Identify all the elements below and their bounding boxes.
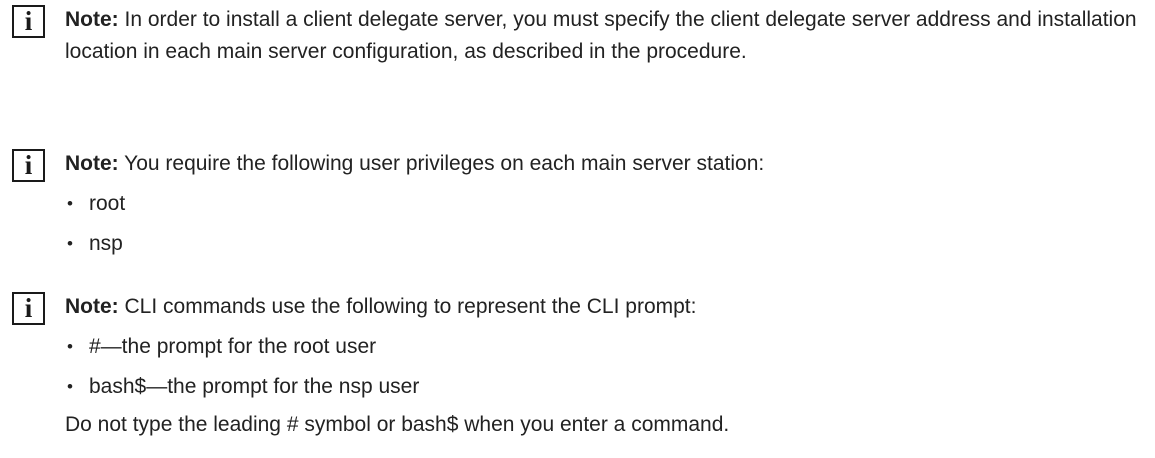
list-item: root — [65, 188, 1142, 220]
note-body: CLI commands use the following to repres… — [118, 295, 697, 318]
info-icon: i — [12, 149, 45, 182]
note-label: Note: — [65, 152, 119, 175]
info-icon: i — [12, 5, 45, 38]
note-body: You require the following user privilege… — [118, 152, 765, 175]
note-paragraph: Note: You require the following user pri… — [65, 148, 1142, 180]
list-item: nsp — [65, 228, 1142, 260]
prompt-list: #—the prompt for the root user bash$—the… — [65, 331, 1142, 403]
note-block-install: i Note: In order to install a client del… — [12, 4, 1142, 68]
note-block-cli-prompt: i Note: CLI commands use the following t… — [12, 291, 1142, 441]
privilege-list: root nsp — [65, 188, 1142, 260]
list-item: bash$—the prompt for the nsp user — [65, 371, 1142, 403]
note-paragraph: Note: In order to install a client deleg… — [65, 4, 1142, 68]
note-label: Note: — [65, 295, 119, 318]
note-trailing-text: Do not type the leading # symbol or bash… — [65, 413, 730, 436]
note-body: In order to install a client delegate se… — [65, 8, 1137, 63]
list-item: #—the prompt for the root user — [65, 331, 1142, 363]
info-icon: i — [12, 292, 45, 325]
note-paragraph: Note: CLI commands use the following to … — [65, 291, 1142, 323]
note-block-privileges: i Note: You require the following user p… — [12, 148, 1142, 260]
note-label: Note: — [65, 8, 119, 31]
